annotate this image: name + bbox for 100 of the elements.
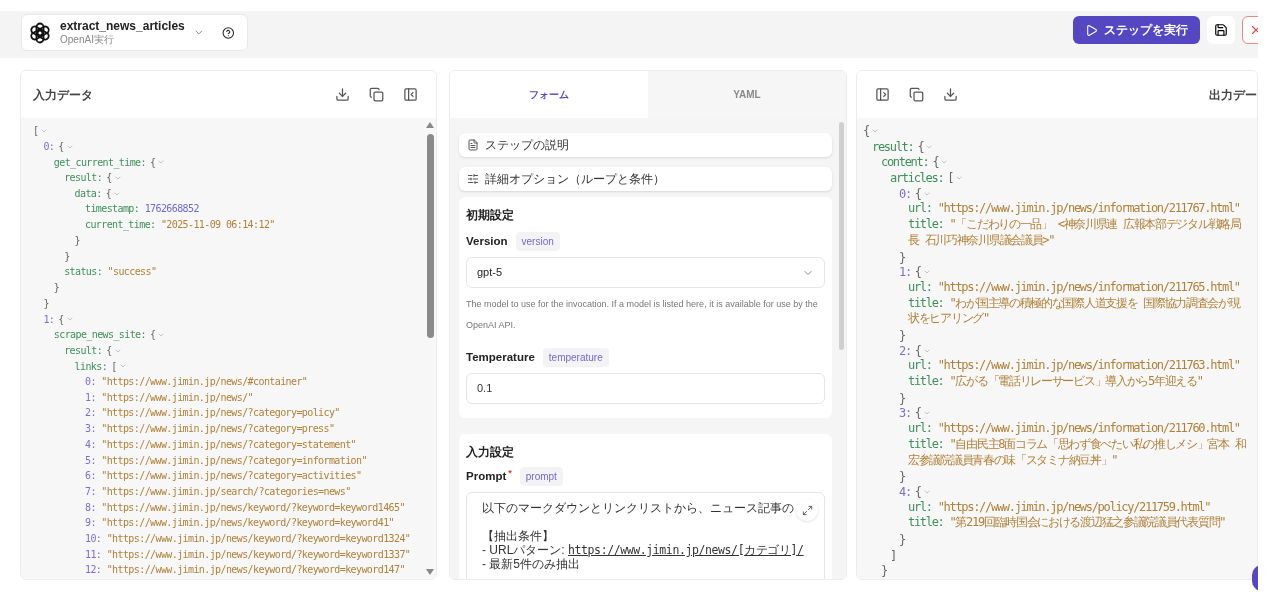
expand-panel-icon[interactable] — [875, 87, 890, 102]
panel-title: 出力デー — [1209, 86, 1257, 104]
key-badge: prompt — [519, 467, 563, 486]
json-bracket: [ — [947, 169, 954, 187]
json-entry: 0: "https://www.jimin.jp/news/#container" — [85, 375, 309, 390]
field-label: Prompt — [466, 468, 507, 484]
json-entry: 1: "https://www.jimin.jp/news/" — [85, 390, 255, 405]
json-bracket: } — [899, 250, 905, 265]
json-entry: 3: "https://www.jimin.jp/news/?category=press" — [85, 422, 336, 437]
help-icon[interactable] — [222, 25, 235, 40]
json-entry: 8: "https://www.jimin.jp/news/keyword/?keyword=keyword1465" — [85, 500, 406, 515]
json-key: data: — [74, 186, 102, 202]
json-bracket: } — [43, 297, 49, 309]
json-entry: 4: "https://www.jimin.jp/news/?category=statement" — [85, 437, 358, 452]
json-key: 1: — [43, 311, 55, 327]
json-entry: url: "https://www.jimin.jp/news/information/211760.html" — [908, 421, 1241, 437]
json-entry: 9: "https://www.jimin.jp/news/keyword/?keyword=keyword41" — [85, 516, 395, 531]
key-badge: version — [515, 232, 560, 251]
field-label: Temperature — [466, 349, 535, 365]
json-bracket: { — [58, 312, 64, 327]
logo-icon — [28, 20, 52, 45]
json-bracket: { — [914, 264, 921, 281]
json-entry: current_time: "2025-11-09 06:14:12" — [85, 218, 276, 233]
json-bracket: { — [914, 185, 921, 202]
help-text: The model to use for the invocation. If a model is listed here, it is available for use by the OpenAI API. — [466, 298, 819, 332]
version-select[interactable]: gpt-5 — [466, 257, 825, 288]
json-entry: url: "https://www.jimin.jp/news/information/211765.html" — [908, 279, 1241, 296]
json-bracket: { — [106, 344, 112, 358]
json-bracket: { — [58, 140, 64, 155]
json-entry: url: "https://www.jimin.jp/news/information/211767.html" — [908, 201, 1241, 218]
json-key: get_current_time: — [53, 154, 146, 170]
json-entry: 11: "https://www.jimin.jp/news/keyword/?keyword=keyword1337" — [85, 547, 412, 562]
json-entry: 12: "https://www.jimin.jp/news/keyword/?keyword=keyword147" — [85, 563, 406, 578]
json-bracket: } — [74, 234, 80, 246]
json-entry: title: "わが国主導の積極的な国際人道支援を 国際協力調査会が現状をヒアリング" — [908, 295, 1242, 328]
run-step-button[interactable]: ステップを実行 — [1073, 16, 1200, 44]
json-key: result: — [64, 343, 103, 358]
json-entry: title: "第219回臨時国会における渡辺猛之参議院議員代表質問" — [908, 515, 1227, 532]
json-bracket: [ — [111, 359, 117, 374]
json-bracket: } — [899, 391, 905, 406]
document-icon — [467, 139, 479, 151]
collapse-panel-icon[interactable] — [403, 87, 418, 102]
json-bracket: { — [914, 483, 921, 501]
section-row[interactable]: ステップの説明 — [459, 133, 832, 157]
required-mark: * — [508, 467, 512, 480]
copy-icon[interactable] — [909, 87, 924, 102]
step-selector[interactable]: extract_news_articles OpenAI実行 — [21, 14, 248, 51]
play-icon — [1085, 23, 1098, 37]
sliders-icon — [467, 173, 479, 185]
panel-title: 入力データ — [33, 86, 93, 104]
json-bracket: ] — [890, 548, 896, 563]
json-bracket: } — [899, 533, 905, 548]
json-bracket: } — [53, 281, 60, 293]
scroll-down-icon[interactable] — [426, 569, 434, 575]
json-key: result: — [872, 137, 914, 156]
scroll-up-icon[interactable] — [426, 122, 434, 128]
json-entry: status: "success" — [64, 265, 158, 280]
json-entry: 6: "https://www.jimin.jp/news/?category=activities" — [85, 469, 363, 484]
json-entry: title: "自由民主8面コラム「思わず食べたい私の推しメシ」宮本 和宏参議院議員青春の味「スタミナ納豆丼」" — [908, 436, 1247, 469]
download-icon[interactable] — [943, 87, 958, 102]
prompt-textarea[interactable]: 以下のマークダウンとリンクリストから、ニュース記事の 【抽出条件】 - URLパターン: https://www.jimin.jp/news/[カテゴリ]/ - 最新5件のみ抽出 — [466, 492, 825, 579]
json-entry: 10: "https://www.jimin.jp/news/keyword/?keyword=keyword1324" — [85, 532, 412, 547]
json-bracket: { — [917, 138, 924, 156]
json-bracket: { — [149, 328, 156, 343]
json-bracket: { — [863, 122, 869, 140]
json-bracket: { — [106, 171, 112, 186]
json-entry: title: "広がる「電話リレーサービス」導入から5年迎える" — [908, 374, 1204, 390]
save-button[interactable] — [1207, 16, 1235, 44]
json-entry: 2: "https://www.jimin.jp/news/?category=policy" — [85, 406, 341, 421]
prompt-line: - 最新5件のみ抽出 — [482, 557, 580, 571]
json-bracket: } — [881, 564, 887, 579]
download-icon[interactable] — [335, 87, 350, 102]
step-subtitle: OpenAI実行 — [60, 33, 115, 47]
expand-button[interactable] — [796, 499, 818, 521]
json-entry: 5: "https://www.jimin.jp/news/?category=information" — [85, 453, 368, 468]
section-heading: 入力設定 — [466, 444, 515, 461]
json-bracket: } — [64, 250, 70, 262]
json-entry: timestamp: 1762668852 — [85, 202, 200, 217]
prompt-line: - URLパターン: — [482, 543, 566, 557]
json-bracket: { — [914, 342, 921, 359]
key-badge: temperature — [542, 348, 609, 367]
json-key: links: — [74, 358, 108, 374]
section-row[interactable]: 詳細オプション（ループと条件） — [459, 167, 832, 191]
json-key: 0: — [43, 139, 55, 155]
json-entry: url: "https://www.jimin.jp/news/policy/211759.html" — [908, 499, 1212, 516]
copy-icon[interactable] — [369, 87, 384, 102]
json-key: result: — [64, 170, 103, 186]
json-key: 3: — [899, 404, 911, 423]
json-bracket: } — [899, 470, 905, 485]
link[interactable]: https://www.jimin.jp/news/[カテゴリ]/ — [568, 543, 804, 557]
json-bracket: } — [899, 329, 905, 344]
temperature-input[interactable]: 0.1 — [466, 373, 825, 404]
save-icon — [1214, 23, 1228, 37]
expand-icon — [801, 504, 813, 516]
json-key: 0: — [899, 184, 911, 203]
json-key: 1: — [899, 263, 911, 282]
field-label: Version — [466, 233, 508, 249]
json-entry: 7: "https://www.jimin.jp/search/?categories=news" — [85, 484, 352, 499]
json-bracket: [ — [33, 124, 39, 139]
section-heading: 初期設定 — [466, 207, 515, 224]
